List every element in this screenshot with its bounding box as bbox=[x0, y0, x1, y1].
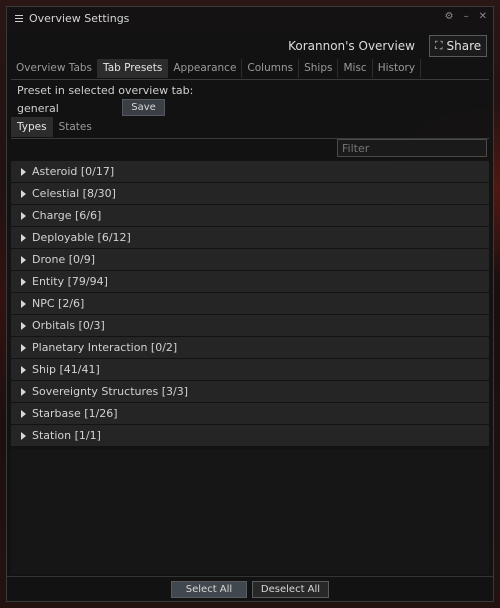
group-row[interactable]: Station [1/1] bbox=[11, 425, 489, 446]
group-row[interactable]: Sovereignty Structures [3/3] bbox=[11, 381, 489, 402]
overview-name: Korannon's Overview bbox=[288, 39, 415, 53]
expand-arrow-icon[interactable] bbox=[21, 277, 26, 286]
save-button[interactable]: Save bbox=[122, 99, 165, 116]
group-label: Planetary Interaction [0/2] bbox=[32, 341, 178, 354]
group-label: Ship [41/41] bbox=[32, 363, 100, 376]
group-label: Asteroid [0/17] bbox=[32, 165, 115, 178]
settings-icon[interactable]: ⚙ bbox=[445, 11, 454, 22]
expand-arrow-icon[interactable] bbox=[21, 167, 26, 176]
preset-label: Preset in selected overview tab: bbox=[17, 84, 194, 97]
expand-arrow-icon[interactable] bbox=[21, 233, 26, 242]
titlebar: Overview Settings ⚙ – ✕ bbox=[7, 7, 493, 29]
tab-history[interactable]: History bbox=[373, 59, 422, 78]
group-label: Deployable [6/12] bbox=[32, 231, 131, 244]
tab-ships[interactable]: Ships bbox=[299, 59, 339, 78]
filter-subtabs: Types States bbox=[11, 117, 489, 139]
group-row[interactable]: Asteroid [0/17] bbox=[11, 161, 489, 182]
group-row[interactable]: Celestial [8/30] bbox=[11, 183, 489, 204]
expand-arrow-icon[interactable] bbox=[21, 365, 26, 374]
expand-arrow-icon[interactable] bbox=[21, 255, 26, 264]
footer-bar: Select All Deselect All bbox=[7, 576, 493, 601]
tab-appearance[interactable]: Appearance bbox=[168, 59, 243, 78]
filter-input[interactable] bbox=[337, 139, 487, 157]
expand-arrow-icon[interactable] bbox=[21, 343, 26, 352]
tab-misc[interactable]: Misc bbox=[338, 59, 373, 78]
group-label: Starbase [1/26] bbox=[32, 407, 118, 420]
expand-arrow-icon[interactable] bbox=[21, 299, 26, 308]
deselect-all-button[interactable]: Deselect All bbox=[252, 580, 329, 598]
group-row[interactable]: Ship [41/41] bbox=[11, 359, 489, 380]
expand-arrow-icon[interactable] bbox=[21, 431, 26, 440]
overview-settings-window: Overview Settings ⚙ – ✕ Korannon's Overv… bbox=[6, 6, 494, 602]
tab-states[interactable]: States bbox=[53, 117, 98, 137]
group-label: Orbitals [0/3] bbox=[32, 319, 105, 332]
group-label: Entity [79/94] bbox=[32, 275, 108, 288]
tab-columns[interactable]: Columns bbox=[242, 59, 300, 78]
expand-arrow-icon[interactable] bbox=[21, 189, 26, 198]
group-label: Charge [6/6] bbox=[32, 209, 102, 222]
minimize-icon[interactable]: – bbox=[464, 11, 469, 22]
group-list: Asteroid [0/17] Celestial [8/30] Charge … bbox=[11, 161, 489, 447]
group-label: Drone [0/9] bbox=[32, 253, 96, 266]
list-empty-area bbox=[11, 449, 489, 574]
preset-value[interactable]: general bbox=[17, 102, 59, 115]
expand-arrow-icon[interactable] bbox=[21, 409, 26, 418]
group-row[interactable]: Deployable [6/12] bbox=[11, 227, 489, 248]
share-button[interactable]: ⛶ Share bbox=[429, 35, 487, 57]
group-label: Sovereignty Structures [3/3] bbox=[32, 385, 189, 398]
group-label: NPC [2/6] bbox=[32, 297, 85, 310]
tab-tab-presets[interactable]: Tab Presets bbox=[98, 59, 169, 78]
settings-tabs: Overview Tabs Tab Presets Appearance Col… bbox=[11, 59, 489, 80]
share-label: Share bbox=[446, 39, 482, 53]
expand-arrow-icon[interactable] bbox=[21, 211, 26, 220]
expand-arrow-icon[interactable] bbox=[21, 387, 26, 396]
group-row[interactable]: Drone [0/9] bbox=[11, 249, 489, 270]
tab-types[interactable]: Types bbox=[11, 117, 53, 137]
group-row[interactable]: Entity [79/94] bbox=[11, 271, 489, 292]
group-row[interactable]: Orbitals [0/3] bbox=[11, 315, 489, 336]
window-title: Overview Settings bbox=[29, 11, 130, 25]
menu-icon[interactable] bbox=[13, 11, 27, 25]
group-row[interactable]: NPC [2/6] bbox=[11, 293, 489, 314]
group-label: Station [1/1] bbox=[32, 429, 101, 442]
group-row[interactable]: Planetary Interaction [0/2] bbox=[11, 337, 489, 358]
select-all-button[interactable]: Select All bbox=[171, 580, 247, 598]
close-icon[interactable]: ✕ bbox=[479, 11, 487, 22]
group-row[interactable]: Charge [6/6] bbox=[11, 205, 489, 226]
expand-arrow-icon[interactable] bbox=[21, 321, 26, 330]
share-icon: ⛶ bbox=[434, 39, 443, 52]
group-row[interactable]: Starbase [1/26] bbox=[11, 403, 489, 424]
group-label: Celestial [8/30] bbox=[32, 187, 116, 200]
tab-overview-tabs[interactable]: Overview Tabs bbox=[11, 59, 99, 78]
